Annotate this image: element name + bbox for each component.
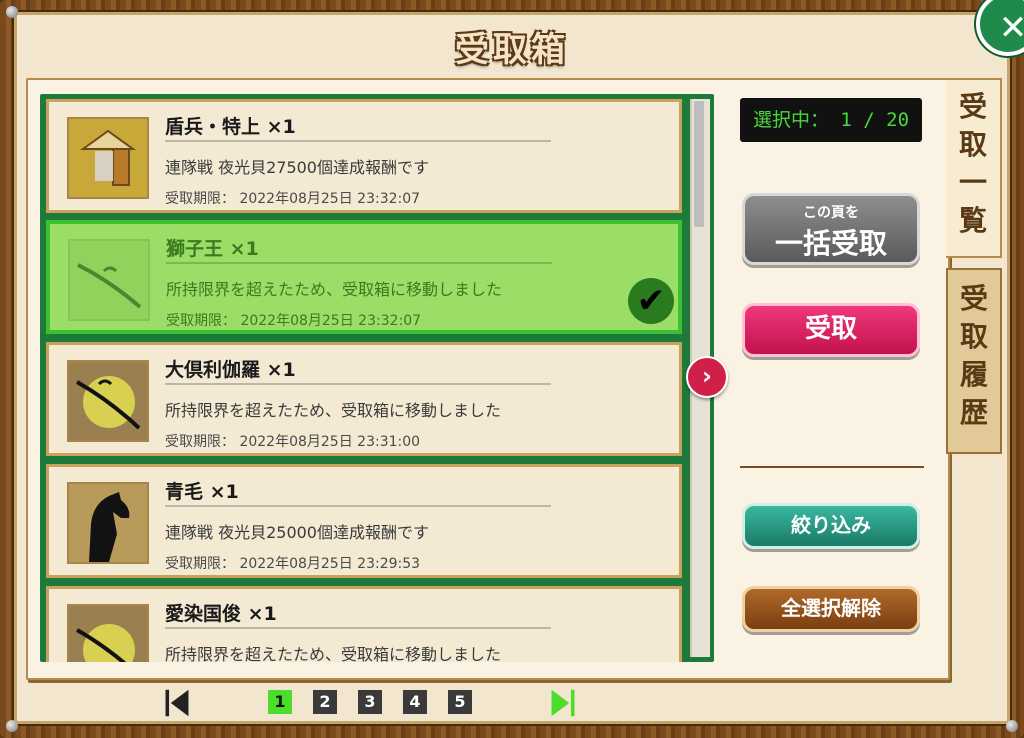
item-name: 盾兵・特上 ×1 xyxy=(165,116,296,138)
tab-receive-history[interactable]: 受 取 履 歴 xyxy=(946,268,1002,454)
item-list: 盾兵・特上 ×1 連隊戦 夜光貝27500個達成報酬です 受取期限： 2022年… xyxy=(40,94,714,662)
item-description: 所持限界を超えたため、受取箱に移動しました xyxy=(165,645,502,662)
chevron-right-icon[interactable]: › xyxy=(686,356,728,398)
item-name: 獅子王 ×1 xyxy=(166,238,259,260)
item-description: 所持限界を超えたため、受取箱に移動しました xyxy=(166,280,503,299)
black-horse-icon xyxy=(67,482,149,564)
divider xyxy=(165,383,551,385)
selection-counter: 選択中： 1 / 20 xyxy=(740,98,922,142)
receive-button[interactable]: 受取 xyxy=(742,303,920,357)
checkmark-icon: ✔ xyxy=(628,278,674,324)
tab-char: 歴 xyxy=(959,396,988,429)
list-item[interactable]: 盾兵・特上 ×1 連隊戦 夜光貝27500個達成報酬です 受取期限： 2022年… xyxy=(46,99,682,213)
divider xyxy=(166,262,552,264)
tab-char: 取 xyxy=(959,320,988,353)
tab-char: 履 xyxy=(959,358,988,391)
item-expiry: 受取期限： 2022年08月25日 23:32:07 xyxy=(165,191,421,207)
sword-icon xyxy=(68,239,150,321)
page-button[interactable]: 1 xyxy=(268,690,292,714)
scrollbar-thumb[interactable] xyxy=(694,101,704,227)
tab-char: 受 xyxy=(959,282,988,315)
divider xyxy=(165,140,551,142)
rivet-icon xyxy=(1006,720,1018,732)
sword-icon xyxy=(67,604,149,662)
last-page-icon[interactable] xyxy=(548,688,578,718)
item-description: 連隊戦 夜光貝25000個達成報酬です xyxy=(165,523,429,542)
page-button[interactable]: 5 xyxy=(448,690,472,714)
tab-char: 取 xyxy=(958,128,987,161)
bulk-receive-sublabel: この頁を xyxy=(803,205,859,221)
item-expiry: 受取期限： 2022年08月25日 23:32:07 xyxy=(166,313,422,329)
filter-button[interactable]: 絞り込み xyxy=(742,503,920,549)
item-name: 青毛 ×1 xyxy=(165,481,239,503)
list-item[interactable]: 青毛 ×1 連隊戦 夜光貝25000個達成報酬です 受取期限： 2022年08月… xyxy=(46,464,682,578)
close-icon: ✕ xyxy=(998,8,1024,48)
list-item[interactable]: 大倶利伽羅 ×1 所持限界を超えたため、受取箱に移動しました 受取期限： 202… xyxy=(46,342,682,456)
page-button[interactable]: 4 xyxy=(403,690,427,714)
divider xyxy=(165,627,551,629)
tab-char: 覧 xyxy=(958,204,987,237)
rivet-icon xyxy=(6,720,18,732)
first-page-icon[interactable] xyxy=(162,688,192,718)
item-description: 所持限界を超えたため、受取箱に移動しました xyxy=(165,401,502,420)
tab-receive-list[interactable]: 受 取 一 覧 xyxy=(946,78,1002,258)
item-name: 愛染国俊 ×1 xyxy=(165,603,277,625)
page-button[interactable]: 2 xyxy=(313,690,337,714)
bulk-receive-button[interactable]: この頁を 一括受取 xyxy=(742,193,920,265)
sword-icon xyxy=(67,360,149,442)
item-expiry: 受取期限： 2022年08月25日 23:31:00 xyxy=(165,434,421,450)
item-name: 大倶利伽羅 ×1 xyxy=(165,359,296,381)
list-item[interactable]: 愛染国俊 ×1 所持限界を超えたため、受取箱に移動しました xyxy=(46,586,682,662)
tab-char: 受 xyxy=(958,90,987,123)
list-item-selected[interactable]: 獅子王 ×1 所持限界を超えたため、受取箱に移動しました 受取期限： 2022年… xyxy=(46,220,682,334)
page-title: 受取箱 xyxy=(455,30,569,70)
page-button[interactable]: 3 xyxy=(358,690,382,714)
item-expiry: 受取期限： 2022年08月25日 23:29:53 xyxy=(165,556,421,572)
deselect-all-button[interactable]: 全選択解除 xyxy=(742,586,920,632)
shield-soldier-icon xyxy=(67,117,149,199)
divider xyxy=(740,466,924,468)
tab-char: 一 xyxy=(958,166,987,199)
divider xyxy=(165,505,551,507)
bulk-receive-label: 一括受取 xyxy=(774,227,887,260)
item-description: 連隊戦 夜光貝27500個達成報酬です xyxy=(165,158,429,177)
rivet-icon xyxy=(6,6,18,18)
